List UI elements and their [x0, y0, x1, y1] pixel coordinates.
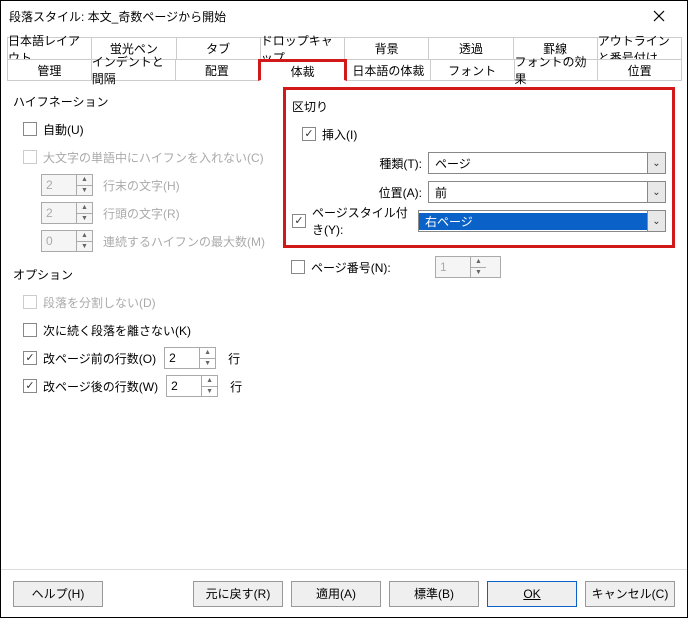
tab-font[interactable]: フォント: [430, 59, 515, 81]
label-auto-hyphen: 自動(U): [43, 121, 84, 138]
spin-pageno-input: [436, 257, 470, 277]
check-no-caps: [23, 150, 37, 164]
chevron-down-icon: ▼: [77, 214, 92, 224]
chevron-up-icon: ▲: [471, 257, 486, 268]
label-break-pos: 位置(A):: [292, 184, 422, 201]
unit-widow: 行: [230, 378, 242, 395]
select-pagestyle-value: 右ページ: [419, 213, 647, 230]
ok-button[interactable]: OK: [487, 581, 577, 607]
apply-button[interactable]: 適用(A): [291, 581, 381, 607]
spin-pageno: ▲▼: [435, 256, 501, 278]
tab-dropcaps[interactable]: ドロップキャップ: [260, 37, 345, 59]
spin-linebegin-input: [42, 203, 76, 223]
chevron-down-icon[interactable]: [647, 153, 665, 173]
titlebar: 段落スタイル: 本文_奇数ページから開始: [1, 1, 687, 31]
label-pageno: ページ番号(N):: [311, 259, 407, 276]
chevron-up-icon: ▲: [77, 231, 92, 242]
label-insert-break: 挿入(I): [322, 126, 357, 143]
label-keepnext: 次に続く段落を離さない(K): [43, 322, 191, 339]
window-title: 段落スタイル: 本文_奇数ページから開始: [9, 8, 639, 25]
chevron-down-icon[interactable]: [647, 182, 665, 202]
spin-widow[interactable]: ▲▼: [166, 375, 218, 397]
spin-lineend-input: [42, 175, 76, 195]
spin-orphan[interactable]: ▲▼: [164, 347, 216, 369]
tab-organizer[interactable]: 管理: [7, 59, 92, 81]
tab-transparency[interactable]: 透過: [428, 37, 513, 59]
label-maxhyphen: 連続するハイフンの最大数(M): [103, 233, 265, 250]
spin-maxhyphen-input: [42, 231, 76, 251]
close-icon[interactable]: [639, 2, 679, 30]
label-nosplit: 段落を分割しない(D): [43, 294, 156, 311]
tab-alignment[interactable]: 配置: [175, 59, 260, 81]
chevron-down-icon[interactable]: [647, 211, 665, 231]
spin-orphan-input[interactable]: [165, 348, 199, 368]
select-break-position-value: 前: [429, 184, 647, 201]
unit-orphan: 行: [228, 350, 240, 367]
select-break-type[interactable]: ページ: [428, 152, 666, 174]
tab-row-2: 管理 インデントと間隔 配置 体裁 日本語の体裁 フォント フォントの効果 位置: [7, 59, 681, 81]
spin-lineend: ▲▼: [41, 174, 93, 196]
label-orphan: 改ページ前の行数(O): [43, 350, 156, 367]
tab-tabs[interactable]: タブ: [176, 37, 261, 59]
select-break-type-value: ページ: [429, 155, 647, 172]
check-pageno[interactable]: [291, 260, 305, 274]
tab-position[interactable]: 位置: [597, 59, 682, 81]
chevron-up-icon[interactable]: ▲: [200, 348, 215, 359]
section-hyphenation: ハイフネーション: [13, 93, 283, 110]
check-orphan[interactable]: [23, 351, 37, 365]
label-pagestyle: ページスタイル付き(Y):: [312, 204, 418, 238]
label-widow: 改ページ後の行数(W): [43, 378, 158, 395]
help-button[interactable]: ヘルプ(H): [13, 581, 103, 607]
label-no-caps: 大文字の単語中にハイフンを入れない(C): [43, 149, 264, 166]
tab-container: 日本語レイアウト 蛍光ペン タブ ドロップキャップ 背景 透過 罫線 アウトライ…: [1, 31, 687, 81]
tab-jp-layout[interactable]: 日本語レイアウト: [7, 37, 92, 59]
chevron-down-icon[interactable]: ▼: [202, 387, 217, 397]
check-widow[interactable]: [23, 379, 37, 393]
check-nosplit: [23, 295, 37, 309]
reset-button[interactable]: 元に戻す(R): [193, 581, 283, 607]
section-breaks: 区切り: [292, 98, 666, 115]
chevron-up-icon: ▲: [77, 203, 92, 214]
check-pagestyle[interactable]: [292, 214, 306, 228]
label-break-type: 種類(T):: [292, 155, 422, 172]
standard-button[interactable]: 標準(B): [389, 581, 479, 607]
label-lineend: 行末の文字(H): [103, 177, 180, 194]
check-auto-hyphen[interactable]: [23, 122, 37, 136]
tab-background[interactable]: 背景: [344, 37, 429, 59]
cancel-button[interactable]: キャンセル(C): [585, 581, 675, 607]
chevron-up-icon[interactable]: ▲: [202, 376, 217, 387]
spin-widow-input[interactable]: [167, 376, 201, 396]
check-keepnext[interactable]: [23, 323, 37, 337]
chevron-down-icon: ▼: [77, 186, 92, 196]
spin-maxhyphen: ▲▼: [41, 230, 93, 252]
breaks-highlight-box: 区切り 挿入(I) 種類(T): ページ 位置(A): 前: [283, 87, 675, 248]
dialog-footer: ヘルプ(H) 元に戻す(R) 適用(A) 標準(B) OK キャンセル(C): [1, 569, 687, 617]
tab-fonteffects[interactable]: フォントの効果: [514, 59, 599, 81]
chevron-up-icon: ▲: [77, 175, 92, 186]
chevron-down-icon: ▼: [471, 268, 486, 278]
tab-asian[interactable]: 日本語の体裁: [346, 59, 431, 81]
check-insert-break[interactable]: [302, 127, 316, 141]
chevron-down-icon[interactable]: ▼: [200, 359, 215, 369]
select-break-position[interactable]: 前: [428, 181, 666, 203]
chevron-down-icon: ▼: [77, 242, 92, 252]
label-linebegin: 行頭の文字(R): [103, 205, 180, 222]
select-pagestyle[interactable]: 右ページ: [418, 210, 666, 232]
spin-linebegin: ▲▼: [41, 202, 93, 224]
tab-indents[interactable]: インデントと間隔: [91, 59, 176, 81]
tab-textflow[interactable]: 体裁: [258, 59, 347, 81]
section-options: オプション: [13, 266, 283, 283]
tab-outline[interactable]: アウトラインと番号付け: [597, 37, 682, 59]
